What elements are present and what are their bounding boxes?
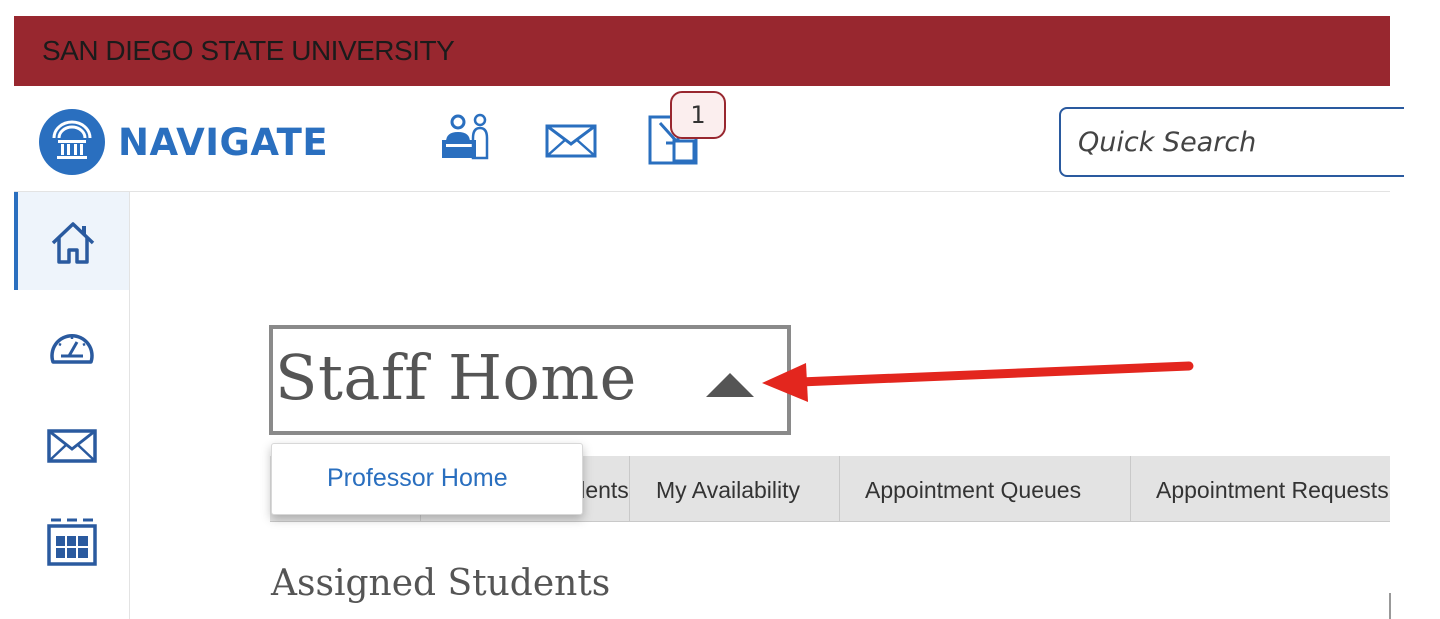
annotation-arrow-head xyxy=(762,363,808,402)
annotation-arrow xyxy=(762,361,1194,402)
annotation-arrow-shaft xyxy=(795,361,1194,387)
